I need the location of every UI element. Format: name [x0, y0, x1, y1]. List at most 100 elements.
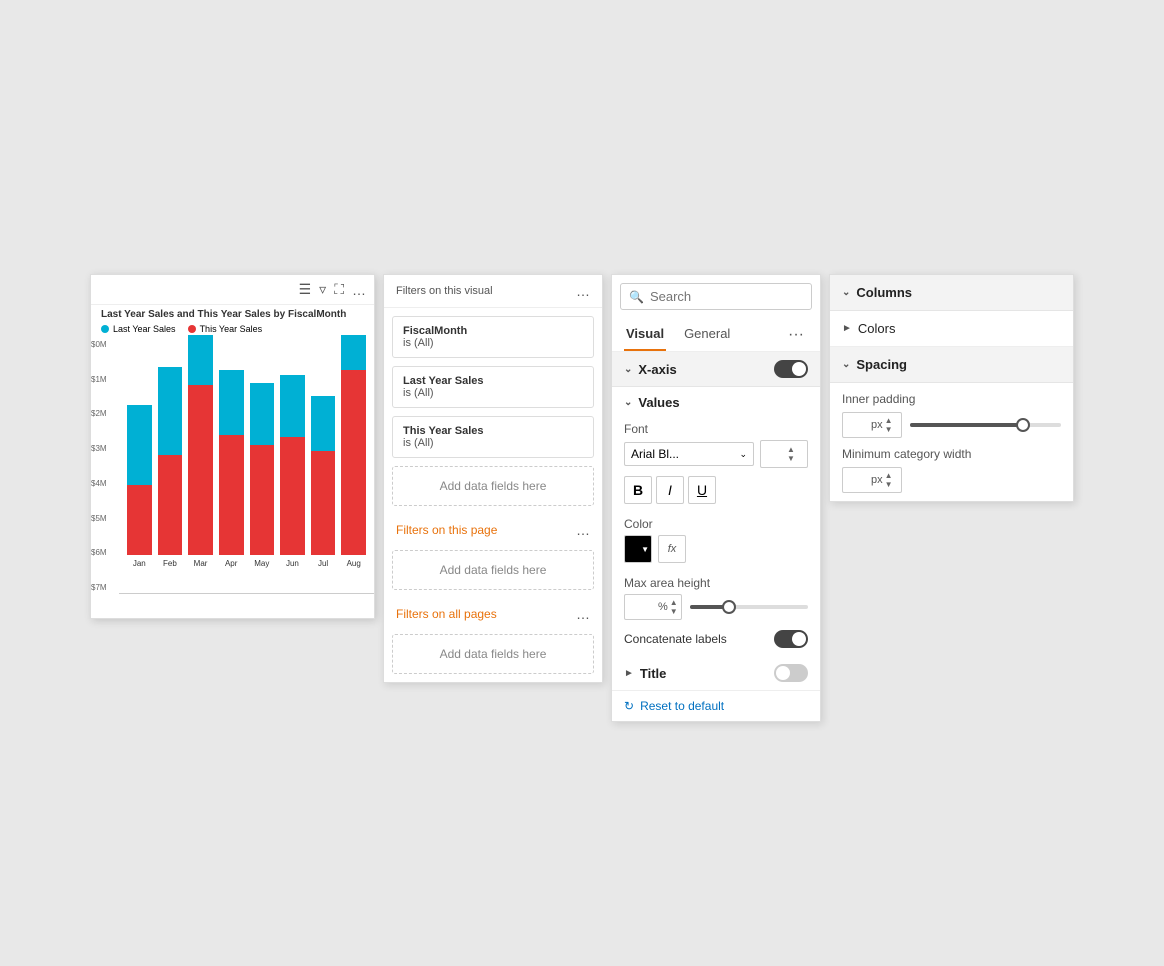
hamburger-icon[interactable]: ☰ — [299, 281, 312, 298]
y-label-1: $1M — [91, 375, 119, 384]
filters-all-more[interactable]: … — [576, 606, 590, 622]
filters-all-pages-header: Filters on all pages … — [384, 598, 602, 626]
spacing-label: Spacing — [856, 357, 907, 372]
xaxis-section-header[interactable]: ⌄ X-axis — [612, 352, 820, 387]
max-area-field[interactable]: 33 — [629, 600, 657, 614]
colors-row[interactable]: ► Colors — [830, 311, 1073, 347]
bar-stack-jul — [311, 335, 336, 555]
min-cat-slider-row: 20 px ▲ ▼ — [842, 467, 1061, 493]
bar-group-feb: Feb — [158, 335, 183, 568]
min-cat-input[interactable]: 20 px ▲ ▼ — [842, 467, 902, 493]
bar-stack-aug — [341, 335, 366, 555]
min-cat-spinner[interactable]: ▲ ▼ — [885, 471, 893, 489]
filter-last-year-sales[interactable]: Last Year Sales is (All) — [392, 366, 594, 408]
max-area-unit: % — [658, 601, 668, 613]
filters-all-label: Filters on all pages — [396, 607, 497, 621]
format-buttons: B I U — [624, 476, 808, 504]
min-cat-field[interactable]: 20 — [847, 473, 871, 487]
font-property-row: Font Arial Bl... ⌄ 14 ▲ ▼ — [612, 418, 820, 472]
bar-group-may: May — [250, 335, 275, 568]
xaxis-chevron-icon: ⌄ — [624, 364, 632, 375]
search-input[interactable] — [650, 289, 803, 304]
max-area-slider-thumb[interactable] — [722, 600, 736, 614]
inner-padding-input[interactable]: 40 px ▲ ▼ — [842, 412, 902, 438]
y-label-2: $2M — [91, 409, 119, 418]
bar-label-jul: Jul — [318, 559, 328, 568]
fx-button[interactable]: fx — [658, 535, 686, 563]
tab-visual[interactable]: Visual — [624, 318, 666, 351]
legend-dot-this-year — [188, 325, 196, 333]
more-icon[interactable]: … — [352, 282, 366, 298]
inner-padding-slider-row: 40 px ▲ ▼ — [842, 412, 1061, 438]
values-subsection[interactable]: ⌄ Values — [612, 387, 820, 418]
filters-page-more[interactable]: … — [576, 522, 590, 538]
font-size-spinner[interactable]: ▲ ▼ — [787, 445, 795, 463]
bar-group-jul: Jul — [311, 335, 336, 568]
filter-this-year-sales[interactable]: This Year Sales is (All) — [392, 416, 594, 458]
italic-button[interactable]: I — [656, 476, 684, 504]
max-area-input[interactable]: 33 % ▲ ▼ — [624, 594, 682, 620]
inner-padding-field[interactable]: 40 — [847, 418, 871, 432]
filters-visual-more[interactable]: … — [576, 283, 590, 299]
xaxis-toggle[interactable] — [774, 360, 808, 378]
font-size-input[interactable]: 14 ▲ ▼ — [760, 440, 808, 468]
filter-add-all[interactable]: Add data fields here — [392, 634, 594, 674]
columns-label: Columns — [856, 285, 912, 300]
inner-padding-slider-track[interactable] — [910, 423, 1061, 427]
color-swatch[interactable]: ▼ — [624, 535, 652, 563]
bold-button[interactable]: B — [624, 476, 652, 504]
font-name: Arial Bl... — [631, 447, 679, 461]
title-toggle[interactable] — [774, 664, 808, 682]
title-section[interactable]: ► Title — [612, 656, 820, 690]
concat-toggle-dot — [792, 632, 806, 646]
max-area-spinner[interactable]: ▲ ▼ — [670, 598, 678, 616]
y-label-4: $4M — [91, 479, 119, 488]
bar-last-year-may — [250, 383, 275, 445]
format-panel: 🔍 Visual General ··· ⌄ X-axis ⌄ Values — [611, 274, 821, 722]
max-area-slider-track[interactable] — [690, 605, 808, 609]
search-bar[interactable]: 🔍 — [620, 283, 812, 310]
min-cat-label: Minimum category width — [842, 447, 971, 461]
bar-label-apr: Apr — [225, 559, 237, 568]
filters-page-label: Filters on this page — [396, 523, 497, 537]
filter-icon[interactable]: ▿ — [319, 281, 326, 298]
reset-row[interactable]: ↻ Reset to default — [612, 690, 820, 721]
bar-label-feb: Feb — [163, 559, 177, 568]
underline-button[interactable]: U — [688, 476, 716, 504]
bar-last-year-jun — [280, 375, 305, 437]
tab-general[interactable]: General — [682, 318, 732, 351]
bar-this-year-jan — [127, 485, 152, 555]
filter-this-year-value: is (All) — [403, 437, 583, 449]
font-size-field[interactable]: 14 — [765, 447, 787, 461]
bar-stack-mar — [188, 335, 213, 555]
concat-toggle[interactable] — [774, 630, 808, 648]
columns-section-header[interactable]: ⌄ Columns — [830, 275, 1073, 311]
filter-add-page[interactable]: Add data fields here — [392, 550, 594, 590]
bar-this-year-may — [250, 445, 275, 555]
bar-last-year-aug — [341, 335, 366, 370]
filters-visual-label: Filters on this visual — [396, 285, 493, 297]
filter-last-year-title: Last Year Sales — [403, 375, 583, 387]
bar-this-year-jul — [311, 451, 336, 555]
filters-panel: Filters on this visual … FiscalMonth is … — [383, 274, 603, 683]
filter-fiscal-month[interactable]: FiscalMonth is (All) — [392, 316, 594, 358]
spacing-section-header[interactable]: ⌄ Spacing — [830, 347, 1073, 383]
expand-icon[interactable]: ⛶ — [334, 281, 344, 298]
min-cat-unit: px — [871, 474, 883, 486]
inner-padding-slider-thumb[interactable] — [1016, 418, 1030, 432]
bar-this-year-jun — [280, 437, 305, 555]
bar-last-year-mar — [188, 335, 213, 385]
bar-stack-may — [250, 335, 275, 555]
filter-fiscal-month-title: FiscalMonth — [403, 325, 583, 337]
bar-last-year-jul — [311, 396, 336, 451]
inner-padding-spinner[interactable]: ▲ ▼ — [885, 416, 893, 434]
font-select[interactable]: Arial Bl... ⌄ — [624, 442, 754, 466]
filter-add-visual[interactable]: Add data fields here — [392, 466, 594, 506]
chart-panel: ☰ ▿ ⛶ … Last Year Sales and This Year Sa… — [90, 274, 375, 619]
bar-group-mar: Mar — [188, 335, 213, 568]
tab-more-icon[interactable]: ··· — [784, 322, 808, 348]
max-area-label: Max area height — [624, 576, 710, 590]
color-dropdown-icon: ▼ — [641, 545, 649, 554]
tab-bar: Visual General ··· — [612, 318, 820, 352]
bar-group-apr: Apr — [219, 335, 244, 568]
